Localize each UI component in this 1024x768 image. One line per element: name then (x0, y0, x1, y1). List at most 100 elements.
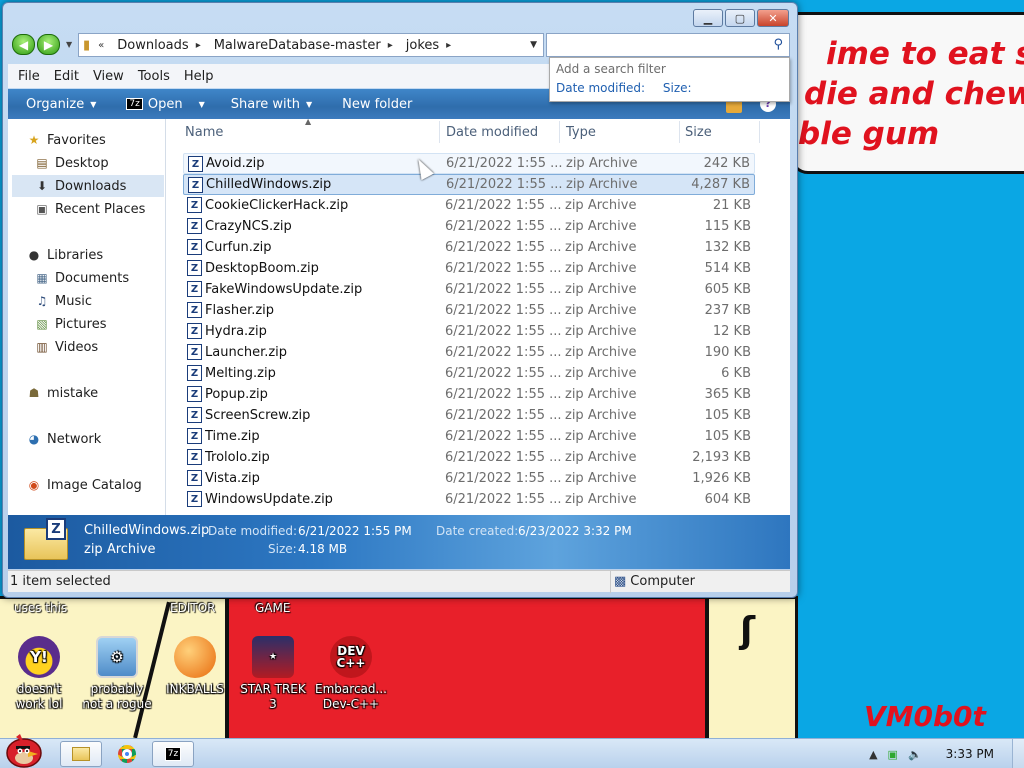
file-row[interactable]: Z Trololo.zip 6/21/2022 1:55 ... zip Archiv… (183, 447, 755, 468)
details-file-type: zip Archive (84, 542, 156, 557)
breadcrumb-separator-icon[interactable]: ▸ (388, 40, 393, 51)
column-header-type[interactable]: Type (566, 125, 596, 143)
desktop-icon-label: INKBALLS (166, 682, 224, 696)
file-size: 604 KB (704, 492, 751, 507)
overflow-chevron-icon[interactable]: « (98, 40, 104, 51)
search-input[interactable]: ⚲ (546, 33, 790, 57)
nav-videos[interactable]: ▥ Videos (12, 336, 164, 358)
nav-music[interactable]: ♫ Music (12, 290, 164, 312)
file-row[interactable]: Z Melting.zip 6/21/2022 1:55 ... zip Archiv… (183, 363, 755, 384)
file-row[interactable]: Z CrazyNCS.zip 6/21/2022 1:55 ... zip Archi… (183, 216, 755, 237)
file-date: 6/21/2022 1:55 ... (445, 219, 562, 234)
nav-pictures[interactable]: ▧ Pictures (12, 313, 164, 335)
nav-network[interactable]: ◕ Network (12, 428, 164, 450)
file-row[interactable]: Z Popup.zip 6/21/2022 1:55 ... zip Archive 3… (183, 384, 755, 405)
show-hidden-icons-icon[interactable]: ▲ (869, 748, 877, 761)
file-type: zip Archive (565, 261, 637, 276)
file-name: Flasher.zip (205, 303, 275, 318)
status-bar: 1 item selected ▩ Computer (8, 570, 790, 593)
network-status-icon[interactable]: ▣ (888, 748, 898, 761)
file-row[interactable]: Z Vista.zip 6/21/2022 1:55 ... zip Archive 1… (183, 468, 755, 489)
file-size: 105 KB (704, 408, 751, 423)
file-date: 6/21/2022 1:55 ... (445, 345, 562, 360)
volume-icon[interactable]: 🔈 (908, 748, 922, 761)
desktop-icon-yahoo[interactable]: Y! doesn't work lol (2, 636, 76, 712)
column-header-date[interactable]: Date modified (446, 125, 538, 143)
column-separator[interactable] (679, 121, 680, 143)
maximize-button[interactable]: ▢ (725, 9, 755, 27)
breadcrumb-jokes[interactable]: jokes (406, 38, 439, 53)
filter-size[interactable]: Size: (663, 81, 692, 95)
column-separator[interactable] (439, 121, 440, 143)
filter-date-modified[interactable]: Date modified: (556, 81, 645, 95)
menu-tools[interactable]: Tools (138, 69, 170, 84)
breadcrumb-separator-icon[interactable]: ▸ (196, 40, 201, 51)
nav-label: Favorites (47, 132, 106, 148)
clock[interactable]: 3:33 PM (946, 747, 994, 761)
desktop-icon-star-trek[interactable]: ★ STAR TREK 3 (236, 636, 310, 712)
menu-file[interactable]: File (18, 69, 40, 84)
nav-recent-places[interactable]: ▣ Recent Places (12, 198, 164, 220)
file-row[interactable]: Z Launcher.zip 6/21/2022 1:55 ... zip Archi… (183, 342, 755, 363)
menu-view[interactable]: View (93, 69, 124, 84)
breadcrumb-separator-icon[interactable]: ▸ (446, 40, 451, 51)
start-button[interactable] (2, 731, 46, 768)
taskbar-7zip[interactable]: 7z (152, 741, 194, 767)
nav-label: Music (55, 293, 92, 309)
close-button[interactable]: ✕ (757, 9, 789, 27)
column-separator[interactable] (759, 121, 760, 143)
zip-file-icon: Z (187, 197, 202, 213)
file-row[interactable]: Z Avoid.zip 6/21/2022 1:55 ... zip Archive 2… (183, 153, 755, 174)
taskbar-explorer[interactable] (60, 741, 102, 767)
nav-libraries[interactable]: ● Libraries (12, 244, 164, 266)
back-button[interactable]: ◀ (12, 34, 35, 55)
file-row[interactable]: Z WindowsUpdate.zip 6/21/2022 1:55 ... zip … (183, 489, 755, 510)
share-with-button[interactable]: Share with ▼ (231, 97, 312, 112)
file-row[interactable]: Z DesktopBoom.zip 6/21/2022 1:55 ... zip Ar… (183, 258, 755, 279)
forward-button[interactable]: ▶ (37, 34, 60, 55)
column-header-name[interactable]: Name (185, 125, 223, 143)
scrawl-line-2: die and chew (804, 76, 1024, 112)
recent-pages-dropdown[interactable]: ▼ (66, 40, 72, 49)
nav-desktop[interactable]: ▤ Desktop (12, 152, 164, 174)
file-type: zip Archive (565, 282, 637, 297)
show-desktop-button[interactable] (1012, 739, 1024, 768)
file-row[interactable]: Z Time.zip 6/21/2022 1:55 ... zip Archive 10… (183, 426, 755, 447)
column-separator[interactable] (559, 121, 560, 143)
file-row[interactable]: Z ScreenScrew.zip 6/21/2022 1:55 ... zip Ar… (183, 405, 755, 426)
chevron-down-icon: ▼ (198, 99, 205, 109)
organize-button[interactable]: Organize ▼ (26, 97, 96, 112)
nav-mistake[interactable]: ☗ mistake (12, 382, 164, 404)
details-size-value: 4.18 MB (298, 542, 348, 556)
search-icon[interactable]: ⚲ (773, 37, 783, 52)
desktop-icon-inkballs[interactable]: INKBALLS (158, 636, 232, 697)
black-squiggle: ʃ (740, 610, 755, 651)
column-header-size[interactable]: Size (685, 125, 712, 143)
file-name: Vista.zip (205, 471, 260, 486)
desktop-icon-probably-not-a-rogue[interactable]: ⚙ probably not a rogue (80, 636, 154, 712)
address-bar[interactable]: ▮ « Downloads ▸ MalwareDatabase-master ▸… (78, 33, 544, 57)
open-button[interactable]: 7z Open ▼ (126, 97, 205, 112)
address-dropdown-icon[interactable]: ▼ (530, 40, 537, 50)
image-catalog-icon: ◉ (28, 478, 40, 492)
menu-edit[interactable]: Edit (54, 69, 79, 84)
breadcrumb-malwaredatabase[interactable]: MalwareDatabase-master (214, 38, 381, 53)
nav-favorites[interactable]: ★ Favorites (12, 129, 164, 151)
desktop-icon-dev-cpp[interactable]: DEV C++ Embarcad... Dev-C++ (314, 636, 388, 712)
file-row[interactable]: Z Hydra.zip 6/21/2022 1:55 ... zip Archive 1… (183, 321, 755, 342)
file-row[interactable]: Z Curfun.zip 6/21/2022 1:55 ... zip Archive… (183, 237, 755, 258)
nav-documents[interactable]: ▦ Documents (12, 267, 164, 289)
file-row[interactable]: Z FakeWindowsUpdate.zip 6/21/2022 1:55 ...… (183, 279, 755, 300)
nav-downloads[interactable]: ⬇ Downloads (12, 175, 164, 197)
nav-image-catalog[interactable]: ◉ Image Catalog (12, 474, 164, 496)
menu-help[interactable]: Help (184, 69, 214, 84)
new-folder-button[interactable]: New folder (342, 97, 412, 112)
file-row[interactable]: Z CookieClickerHack.zip 6/21/2022 1:55 ...… (183, 195, 755, 216)
file-size: 190 KB (704, 345, 751, 360)
file-row[interactable]: Z Flasher.zip 6/21/2022 1:55 ... zip Archiv… (183, 300, 755, 321)
file-row[interactable]: Z ChilledWindows.zip 6/21/2022 1:55 ... zip… (183, 174, 755, 195)
minimize-button[interactable]: ▁ (693, 9, 723, 27)
chevron-down-icon: ▼ (305, 99, 313, 109)
taskbar-chrome[interactable] (106, 741, 148, 767)
breadcrumb-downloads[interactable]: Downloads (117, 38, 188, 53)
